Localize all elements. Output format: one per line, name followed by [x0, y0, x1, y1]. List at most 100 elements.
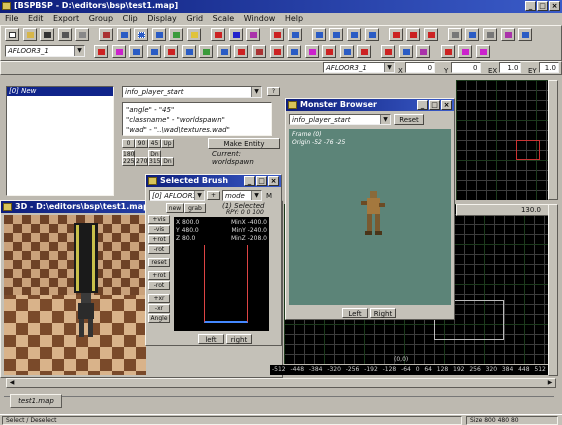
- brush-sphere-icon[interactable]: [181, 45, 196, 58]
- top-grid-scroll[interactable]: [548, 80, 558, 200]
- monster-select[interactable]: info_player_start ▼: [289, 114, 391, 125]
- close-button[interactable]: ×: [549, 1, 560, 11]
- brush-pyr-icon[interactable]: [164, 45, 179, 58]
- brush-cube2-icon[interactable]: [111, 45, 126, 58]
- sb-close-button[interactable]: ×: [268, 176, 279, 186]
- save-file-icon[interactable]: [40, 28, 55, 41]
- menu-help[interactable]: Help: [285, 13, 303, 25]
- light-tool-icon[interactable]: [187, 28, 202, 41]
- entity-keys-list[interactable]: "angle" - "45" "classname" - "worldspawn…: [122, 102, 272, 136]
- menu-scale[interactable]: Scale: [213, 13, 235, 25]
- entity-list-item-selected[interactable]: [0] New: [7, 87, 113, 96]
- brush-texture-select[interactable]: [0] AFLOOR3_1 ▼: [149, 190, 205, 201]
- brush-side-btn-2[interactable]: +rot: [148, 235, 170, 244]
- view-toggle-icon[interactable]: [447, 28, 462, 41]
- move-x-icon[interactable]: [311, 28, 326, 41]
- brush-stair-icon[interactable]: [216, 45, 231, 58]
- align-right-icon[interactable]: [423, 28, 438, 41]
- top-grid-view[interactable]: [456, 80, 556, 200]
- csg-icon[interactable]: [287, 28, 302, 41]
- move-z-icon[interactable]: [347, 28, 362, 41]
- bookmark3-icon[interactable]: [475, 45, 490, 58]
- new-file-icon[interactable]: [5, 28, 19, 41]
- menu-edit[interactable]: Edit: [28, 13, 44, 25]
- menu-file[interactable]: File: [5, 13, 18, 25]
- entity-purple-icon[interactable]: [416, 45, 431, 58]
- print-icon[interactable]: [57, 28, 72, 41]
- split-icon[interactable]: [339, 45, 354, 58]
- minimize-button[interactable]: _: [525, 1, 536, 11]
- brush-side-btn-0[interactable]: +vis: [148, 215, 170, 224]
- coord-y-field[interactable]: 0: [450, 62, 481, 73]
- rotate-icon[interactable]: [364, 28, 379, 41]
- bookmark2-icon[interactable]: [458, 45, 473, 58]
- brush-new-button[interactable]: new: [166, 203, 184, 213]
- texture-lock-icon[interactable]: [465, 28, 480, 41]
- move-y-icon[interactable]: [329, 28, 344, 41]
- brush-mirror-icon[interactable]: [269, 45, 284, 58]
- bookmark-icon[interactable]: [440, 45, 455, 58]
- monster-left-button[interactable]: Left: [342, 308, 368, 318]
- grid-tool-icon[interactable]: [134, 28, 149, 41]
- menu-group[interactable]: Group: [89, 13, 113, 25]
- help-icon[interactable]: [482, 28, 497, 41]
- bottom-grid-vscroll[interactable]: [548, 204, 558, 376]
- key-line-1[interactable]: "angle" - "45": [126, 105, 268, 115]
- angle-up-button[interactable]: Up: [161, 139, 174, 148]
- view3d-canvas[interactable]: [4, 215, 146, 375]
- classname-select[interactable]: info_player_start ▼: [122, 86, 262, 98]
- align-left-icon[interactable]: [388, 28, 403, 41]
- monster-preview[interactable]: Frame (0) Origin -52 -76 -25: [289, 129, 451, 305]
- hollow-icon[interactable]: [270, 28, 285, 41]
- mb-maximize-button[interactable]: □: [429, 100, 440, 110]
- brush-left-button[interactable]: left: [198, 334, 224, 344]
- monster-right-button[interactable]: Right: [370, 308, 396, 318]
- texture-select-right[interactable]: AFLOOR3_1 ▼: [323, 62, 395, 73]
- menu-display[interactable]: Display: [147, 13, 177, 25]
- menu-window[interactable]: Window: [244, 13, 276, 25]
- brush-cone-icon[interactable]: [234, 45, 249, 58]
- brush-side-btn-3[interactable]: -rot: [148, 245, 170, 254]
- sb-minimize-button[interactable]: _: [244, 176, 255, 186]
- brush-mode-select[interactable]: mode ▼: [222, 190, 262, 201]
- entity-tool-icon[interactable]: [169, 28, 184, 41]
- key-line-3[interactable]: "wad" - "..\wad\textures.wad": [126, 125, 268, 135]
- brush-cube-icon[interactable]: [94, 45, 109, 58]
- scroll-right-icon[interactable]: ▶: [545, 379, 555, 387]
- camera-icon[interactable]: [518, 28, 533, 41]
- brush-side-btn-9[interactable]: Angle: [148, 314, 170, 323]
- coord-x-field[interactable]: 0: [405, 62, 436, 73]
- open-file-icon[interactable]: [22, 28, 37, 41]
- brush-right-button[interactable]: right: [226, 334, 252, 344]
- texture-tool-icon[interactable]: [116, 28, 131, 41]
- merge-icon[interactable]: [357, 45, 372, 58]
- brush-tool-icon[interactable]: [99, 28, 114, 41]
- texture-select[interactable]: AFLOOR3_1 ▼: [5, 45, 85, 57]
- angle-315-button[interactable]: 315: [148, 157, 161, 166]
- brush-side-btn-7[interactable]: +xr: [148, 294, 170, 303]
- mb-minimize-button[interactable]: _: [417, 100, 428, 110]
- face-edit-icon[interactable]: [304, 45, 319, 58]
- entity-list[interactable]: [0] New: [6, 86, 114, 196]
- brush-cyl-icon[interactable]: [146, 45, 161, 58]
- brush-flip-icon[interactable]: [252, 45, 267, 58]
- vertex-edit-icon[interactable]: [287, 45, 302, 58]
- maximize-button[interactable]: □: [537, 1, 548, 11]
- cut-icon[interactable]: [75, 28, 90, 41]
- brush-preview[interactable]: X 800.0 MinX -400.0 Y 480.0 MinY -240.0 Z …: [174, 217, 269, 331]
- brush-wedge-icon[interactable]: [129, 45, 144, 58]
- menu-export[interactable]: Export: [53, 13, 79, 25]
- brush-side-btn-6[interactable]: -rot: [148, 281, 170, 290]
- help-button[interactable]: ?: [267, 87, 280, 96]
- sb-maximize-button[interactable]: □: [256, 176, 267, 186]
- menu-grid[interactable]: Grid: [186, 13, 203, 25]
- brush-side-btn-1[interactable]: -vis: [148, 225, 170, 234]
- brush-arch-icon[interactable]: [199, 45, 214, 58]
- monster-reset-button[interactable]: Reset: [394, 114, 424, 125]
- brush-side-btn-5[interactable]: +rot: [148, 271, 170, 280]
- make-entity-button[interactable]: Make Entity: [208, 138, 280, 149]
- zoom-icon[interactable]: [500, 28, 515, 41]
- tab-test1[interactable]: test1.map: [10, 394, 62, 408]
- brush-blue-icon[interactable]: [228, 28, 243, 41]
- key-line-2[interactable]: "classname" - "worldspawn": [126, 115, 268, 125]
